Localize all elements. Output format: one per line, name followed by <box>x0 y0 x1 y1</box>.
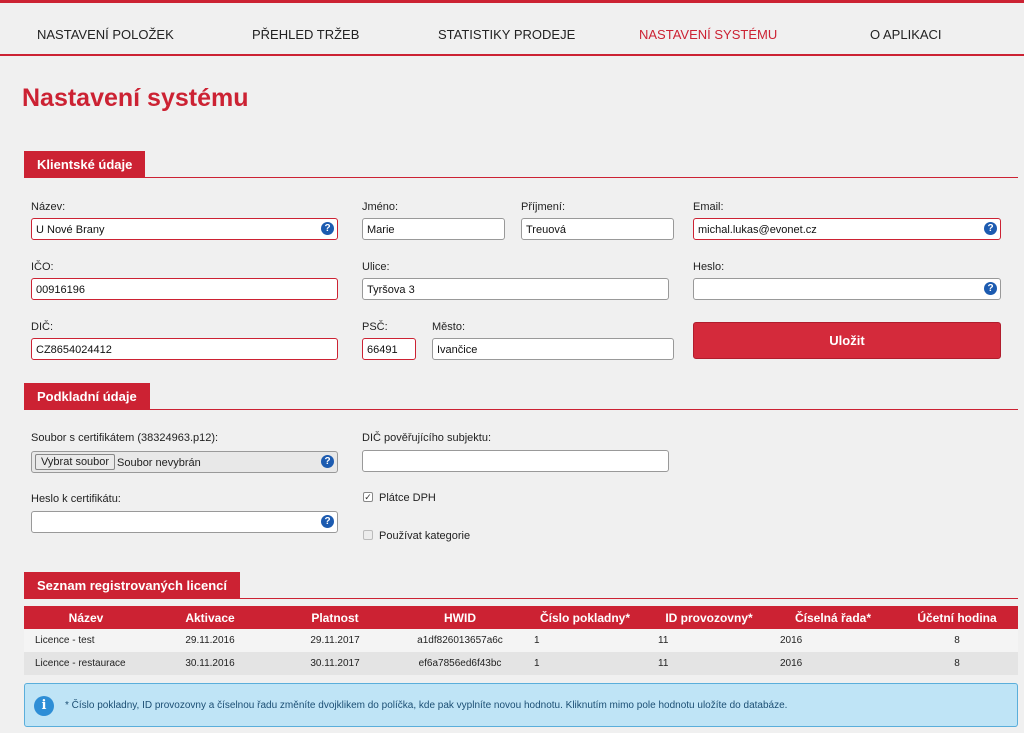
first-name-label: Jméno: <box>362 201 399 213</box>
column-header-validity[interactable]: Platnost <box>272 606 398 629</box>
register-number-cell[interactable]: 1 <box>522 652 648 675</box>
name-field[interactable]: U Nové Brany ? <box>31 218 338 240</box>
column-header-hwid[interactable]: HWID <box>398 606 522 629</box>
zip-label: PSČ: <box>362 321 388 333</box>
password-label: Heslo: <box>693 261 725 273</box>
name-label: Název: <box>31 201 66 213</box>
help-icon[interactable]: ? <box>984 222 997 235</box>
base-section-header: Podkladní údaje <box>24 383 1018 410</box>
vat-payer-label: Plátce DPH <box>379 492 436 504</box>
column-header-number-series[interactable]: Číselná řada* <box>770 606 896 629</box>
zip-value: 66491 <box>367 344 398 356</box>
licenses-section-header: Seznam registrovaných licencí <box>24 572 1018 599</box>
validity-cell: 30.11.2017 <box>272 652 398 675</box>
first-name-value: Marie <box>367 224 395 236</box>
nav-item-system-settings[interactable]: NASTAVENÍ SYSTÉMU <box>639 27 777 42</box>
help-icon[interactable]: ? <box>321 455 334 468</box>
column-header-premises-id[interactable]: ID provozovny* <box>648 606 770 629</box>
register-number-cell[interactable]: 1 <box>522 629 648 652</box>
nav-item-sales-statistics[interactable]: STATISTIKY PRODEJE <box>438 27 575 42</box>
accounting-hour-cell: 8 <box>896 629 1018 652</box>
city-label: Město: <box>432 321 466 333</box>
column-header-register-number[interactable]: Číslo pokladny* <box>522 606 648 629</box>
password-field[interactable]: ? <box>693 278 1001 300</box>
use-categories-label: Používat kategorie <box>379 530 471 542</box>
zip-field[interactable]: 66491 <box>362 338 416 360</box>
email-value: michal.lukas@evonet.cz <box>698 224 817 236</box>
street-value: Tyršova 3 <box>367 284 415 296</box>
dic-value: CZ8654024412 <box>36 344 112 356</box>
nav-item-about[interactable]: O APLIKACI <box>870 27 942 42</box>
cert-file-label: Soubor s certifikátem (38324963.p12): <box>31 432 219 444</box>
save-button[interactable]: Uložit <box>693 322 1001 359</box>
name-value: U Nové Brany <box>36 224 105 236</box>
number-series-cell[interactable]: 2016 <box>770 629 896 652</box>
info-box: i * Číslo pokladny, ID provozovny a číse… <box>24 683 1018 727</box>
license-name-cell: Licence - test <box>24 629 148 652</box>
validity-cell: 29.11.2017 <box>272 629 398 652</box>
hwid-cell: a1df826013657a6c <box>398 629 522 652</box>
licenses-table: Název Aktivace Platnost HWID Číslo pokla… <box>24 606 1018 675</box>
help-icon[interactable]: ? <box>321 222 334 235</box>
email-label: Email: <box>693 201 724 213</box>
base-section-title: Podkladní údaje <box>24 383 150 410</box>
help-icon[interactable]: ? <box>321 515 334 528</box>
hwid-cell: ef6a7856ed6f43bc <box>398 652 522 675</box>
client-section-title: Klientské údaje <box>24 151 146 178</box>
cert-password-label: Heslo k certifikátu: <box>31 493 121 505</box>
street-field[interactable]: Tyršova 3 <box>362 278 669 300</box>
ico-label: IČO: <box>31 261 54 273</box>
nav-item-item-settings[interactable]: NASTAVENÍ POLOŽEK <box>37 27 174 42</box>
ico-field[interactable]: 00916196 <box>31 278 338 300</box>
last-name-value: Treuová <box>526 224 566 236</box>
info-text: * Číslo pokladny, ID provozovny a číseln… <box>65 700 788 711</box>
choose-file-button[interactable]: Vybrat soubor <box>35 454 116 470</box>
delegating-dic-field[interactable] <box>362 450 669 472</box>
vat-payer-checkbox[interactable]: ✓ <box>363 492 373 502</box>
table-header-row: Název Aktivace Platnost HWID Číslo pokla… <box>24 606 1018 629</box>
email-field[interactable]: michal.lukas@evonet.cz ? <box>693 218 1001 240</box>
column-header-activation[interactable]: Aktivace <box>148 606 272 629</box>
dic-field[interactable]: CZ8654024412 <box>31 338 338 360</box>
city-field[interactable]: Ivančice <box>432 338 674 360</box>
table-row[interactable]: Licence - restaurace 30.11.2016 30.11.20… <box>24 652 1018 675</box>
table-row[interactable]: Licence - test 29.11.2016 29.11.2017 a1d… <box>24 629 1018 652</box>
accounting-hour-cell: 8 <box>896 652 1018 675</box>
file-status: Soubor nevybrán <box>117 457 201 469</box>
page-title: Nastavení systému <box>22 84 249 112</box>
activation-cell: 30.11.2016 <box>148 652 272 675</box>
use-categories-checkbox[interactable] <box>363 530 373 540</box>
column-header-name[interactable]: Název <box>24 606 148 629</box>
ico-value: 00916196 <box>36 284 85 296</box>
client-section-header: Klientské údaje <box>24 151 1018 178</box>
license-name-cell: Licence - restaurace <box>24 652 148 675</box>
info-icon: i <box>34 696 54 716</box>
city-value: Ivančice <box>437 344 478 356</box>
premises-id-cell[interactable]: 11 <box>648 652 770 675</box>
cert-password-field[interactable]: ? <box>31 511 338 533</box>
licenses-section-title: Seznam registrovaných licencí <box>24 572 241 599</box>
premises-id-cell[interactable]: 11 <box>648 629 770 652</box>
help-icon[interactable]: ? <box>984 282 997 295</box>
activation-cell: 29.11.2016 <box>148 629 272 652</box>
last-name-field[interactable]: Treuová <box>521 218 674 240</box>
top-navigation: NASTAVENÍ POLOŽEK PŘEHLED TRŽEB STATISTI… <box>0 0 1024 56</box>
nav-item-sales-overview[interactable]: PŘEHLED TRŽEB <box>252 27 359 42</box>
dic-label: DIČ: <box>31 321 53 333</box>
cert-file-input[interactable]: Vybrat soubor Soubor nevybrán ? <box>31 451 338 473</box>
column-header-accounting-hour[interactable]: Účetní hodina <box>896 606 1018 629</box>
number-series-cell[interactable]: 2016 <box>770 652 896 675</box>
last-name-label: Příjmení: <box>521 201 566 213</box>
delegating-dic-label: DIČ pověřujícího subjektu: <box>362 432 492 444</box>
first-name-field[interactable]: Marie <box>362 218 505 240</box>
street-label: Ulice: <box>362 261 390 273</box>
